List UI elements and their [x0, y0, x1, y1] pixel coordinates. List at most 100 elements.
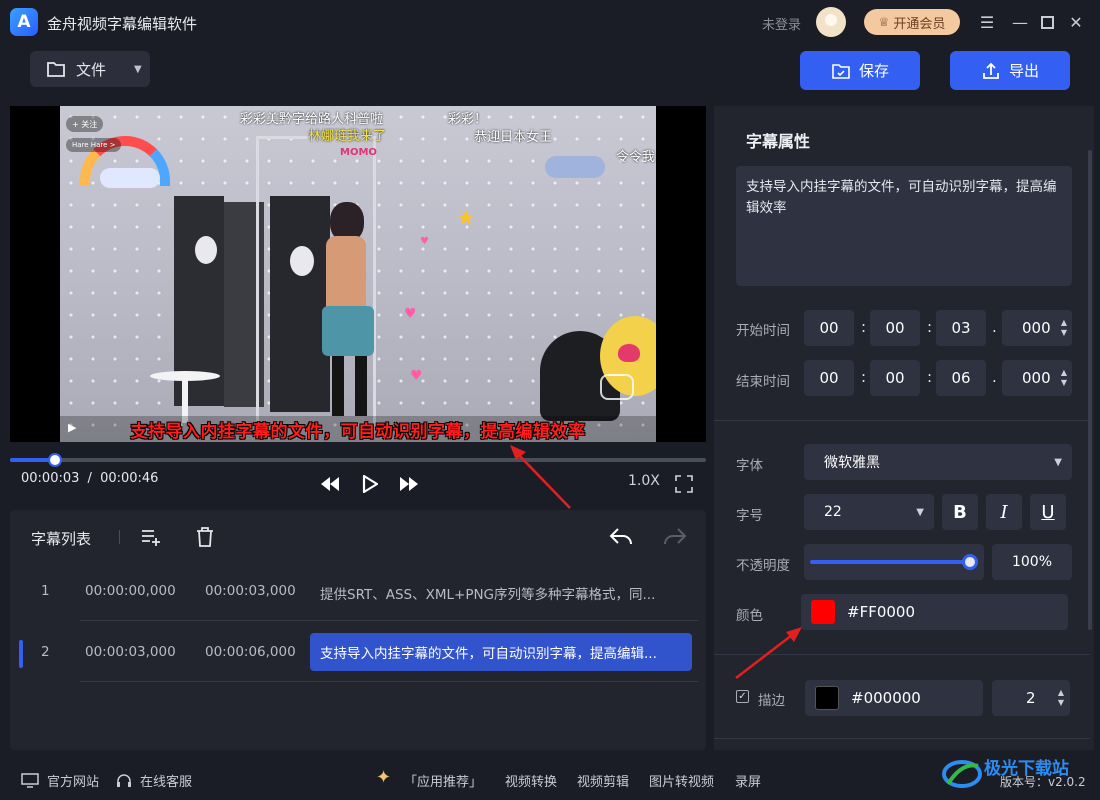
opacity-input[interactable]: 100%	[992, 544, 1072, 580]
avatar[interactable]	[816, 7, 846, 37]
size-select[interactable]: 22 ▼	[804, 494, 934, 530]
font-select[interactable]: 微软雅黑 ▼	[804, 444, 1072, 480]
save-button-label: 保存	[858, 62, 889, 80]
save-icon	[832, 63, 850, 79]
table-row[interactable]: 1 00:00:00,000 00:00:03,000 提供SRT、ASS、XM…	[10, 562, 706, 622]
section-divider	[714, 420, 1090, 421]
video-frame: ★ ♥ ♥ ♥ 彩彩美黔字给路人科普啦 彩彩！ 林娜琏我来了 恭迎日本女王 MO…	[60, 106, 656, 442]
fullscreen-icon[interactable]	[673, 473, 695, 495]
stroke-width-input[interactable]: 2 ▲ ▼	[992, 680, 1070, 716]
fast-forward-icon[interactable]	[398, 473, 420, 495]
play-watermark-icon	[600, 374, 634, 400]
screen-record-link[interactable]: 录屏	[735, 771, 761, 790]
play-icon[interactable]	[359, 473, 381, 495]
delete-icon[interactable]	[195, 526, 215, 552]
end-ms-input[interactable]: 000 ▲ ▼	[1002, 360, 1072, 396]
rewind-icon[interactable]	[319, 473, 341, 495]
end-minutes-input[interactable]: 00	[870, 360, 920, 396]
maximize-icon[interactable]	[1037, 12, 1057, 32]
online-service-link[interactable]: 在线客服	[116, 771, 192, 790]
video-caption: 令令我	[616, 150, 656, 165]
official-website-link[interactable]: 官方网站	[21, 771, 99, 790]
headset-icon	[117, 773, 131, 787]
time-sep: :	[927, 318, 933, 336]
underline-button[interactable]: U	[1030, 494, 1066, 530]
vip-button-label: 开通会员	[893, 16, 946, 32]
italic-button[interactable]: I	[986, 494, 1022, 530]
properties-title: 字幕属性	[746, 132, 811, 151]
stroke-color-picker[interactable]: #000000	[805, 680, 983, 716]
export-button[interactable]: 导出	[950, 51, 1070, 90]
row-text-editing[interactable]: 支持导入内挂字幕的文件，可自动识别字幕，提高编辑...	[310, 633, 692, 671]
start-minutes-input[interactable]: 00	[870, 310, 920, 346]
stroke-label: 描边	[758, 693, 785, 709]
follow-tag: + 关注	[66, 116, 104, 132]
subtitle-text-editor[interactable]: 支持导入内挂字幕的文件，可自动识别字幕，提高编辑效率	[736, 166, 1072, 286]
color-picker[interactable]: #FF0000	[801, 594, 1068, 630]
stepper-icon[interactable]: ▲ ▼	[1061, 368, 1067, 388]
color-label: 颜色	[736, 608, 763, 624]
stroke-checkbox[interactable]: ✓	[736, 690, 749, 703]
official-website-label: 官方网站	[47, 775, 100, 790]
add-subtitle-icon[interactable]	[141, 527, 161, 551]
row-end-time: 00:00:03,000	[205, 583, 296, 599]
opacity-label: 不透明度	[736, 558, 790, 574]
close-icon[interactable]: ✕	[1066, 12, 1086, 32]
time-sep: :	[861, 318, 867, 336]
monitor-icon	[21, 773, 39, 788]
video-caption: 彩彩！	[448, 112, 488, 127]
current-time: 00:00:03	[21, 471, 80, 486]
video-caption: MOMO	[340, 147, 377, 158]
stroke-color-value: #000000	[851, 689, 921, 707]
playback-speed[interactable]: 1.0X	[628, 473, 660, 489]
minimize-icon[interactable]: —	[1010, 12, 1030, 32]
time-display: 00:00:03 / 00:00:46	[21, 471, 158, 486]
row-text: 提供SRT、ASS、XML+PNG序列等多种字幕格式，同...	[320, 587, 656, 603]
video-edit-link[interactable]: 视频剪辑	[577, 771, 629, 790]
progress-track[interactable]	[10, 458, 706, 462]
start-seconds-input[interactable]: 03	[936, 310, 986, 346]
start-hours-input[interactable]: 00	[804, 310, 854, 346]
video-caption: 恭迎日本女王	[474, 130, 553, 145]
section-divider	[714, 654, 1090, 655]
export-icon	[983, 62, 999, 79]
music-tag: Hare Hare >	[66, 138, 122, 152]
color-swatch[interactable]	[811, 600, 835, 624]
stepper-icon[interactable]: ▲ ▼	[1058, 688, 1064, 708]
row-index: 1	[41, 583, 50, 599]
section-divider	[714, 738, 1090, 739]
row-end-time: 00:00:06,000	[205, 644, 296, 660]
stepper-icon[interactable]: ▲ ▼	[1061, 318, 1067, 338]
chevron-down-icon: ▼	[1054, 456, 1062, 468]
start-ms-input[interactable]: 000 ▲ ▼	[1002, 310, 1072, 346]
subtitle-preview: 支持导入内挂字幕的文件，可自动识别字幕，提高编辑效率	[130, 422, 586, 442]
time-sep: .	[992, 318, 997, 336]
vip-button[interactable]: ♕ 开通会员	[864, 9, 960, 35]
start-time-label: 开始时间	[736, 323, 790, 339]
properties-scrollbar[interactable]	[1088, 150, 1092, 630]
redo-icon[interactable]	[663, 527, 687, 551]
row-start-time: 00:00:03,000	[85, 644, 176, 660]
image-to-video-link[interactable]: 图片转视频	[649, 771, 714, 790]
progress-handle[interactable]	[48, 453, 62, 467]
undo-icon[interactable]	[609, 527, 633, 551]
end-seconds-input[interactable]: 06	[936, 360, 986, 396]
font-select-value: 微软雅黑	[824, 455, 880, 471]
menu-icon[interactable]: ☰	[977, 12, 997, 32]
total-time: 00:00:46	[100, 471, 159, 486]
login-status[interactable]: 未登录	[762, 14, 801, 33]
app-title: 金舟视频字幕编辑软件	[47, 15, 198, 33]
subtitle-list-title: 字幕列表	[31, 530, 92, 548]
online-service-label: 在线客服	[140, 775, 193, 790]
row-index: 2	[41, 644, 50, 660]
opacity-slider-handle[interactable]	[962, 554, 978, 570]
stroke-color-swatch[interactable]	[815, 686, 839, 710]
video-convert-link[interactable]: 视频转换	[505, 771, 557, 790]
size-label: 字号	[736, 508, 763, 524]
file-menu-button[interactable]: 文件 ▼	[30, 51, 150, 87]
bold-button[interactable]: B	[942, 494, 978, 530]
font-label: 字体	[736, 458, 763, 474]
end-hours-input[interactable]: 00	[804, 360, 854, 396]
start-ms-value: 000	[1022, 319, 1051, 337]
save-button[interactable]: 保存	[800, 51, 920, 90]
